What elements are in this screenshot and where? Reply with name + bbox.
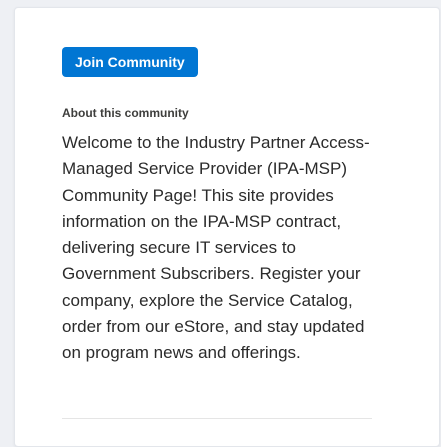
section-divider xyxy=(62,418,372,419)
about-community-heading: About this community xyxy=(62,106,189,120)
about-community-description: Welcome to the Industry Partner Access-M… xyxy=(62,133,370,363)
community-about-card: Join Community About this community Welc… xyxy=(14,7,440,447)
join-community-button[interactable]: Join Community xyxy=(62,47,198,77)
